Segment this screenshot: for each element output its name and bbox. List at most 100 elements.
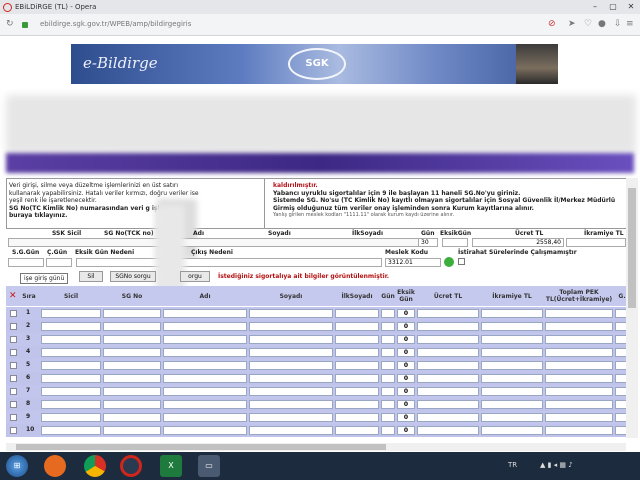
excel-icon[interactable]: X bbox=[160, 455, 182, 477]
download-icon[interactable]: ⇩ bbox=[614, 19, 622, 29]
row-eksik-gun[interactable]: 0 bbox=[397, 387, 415, 396]
row-cell[interactable] bbox=[335, 322, 379, 331]
row-eksik-gun[interactable]: 0 bbox=[397, 309, 415, 318]
row-cell[interactable] bbox=[41, 335, 101, 344]
tray-icons[interactable]: ▲ ▮ ◂ ▦ ♪ bbox=[540, 461, 573, 469]
row-cell[interactable] bbox=[417, 426, 479, 435]
row-cell[interactable] bbox=[249, 413, 333, 422]
row-cell[interactable] bbox=[103, 348, 161, 357]
row-cell[interactable] bbox=[41, 413, 101, 422]
row-cell[interactable] bbox=[417, 361, 479, 370]
row-cell[interactable] bbox=[545, 374, 613, 383]
gun-select[interactable]: 30 bbox=[418, 238, 438, 247]
sg-gun-select[interactable] bbox=[8, 258, 44, 267]
row-cell[interactable] bbox=[103, 361, 161, 370]
sil-button[interactable]: Sil bbox=[79, 271, 103, 282]
row-cell[interactable] bbox=[103, 426, 161, 435]
row-cell[interactable] bbox=[103, 335, 161, 344]
sgno-sorgu-button[interactable]: SGNo sorgu bbox=[110, 271, 156, 282]
row-cell[interactable] bbox=[103, 413, 161, 422]
row-cell[interactable] bbox=[381, 322, 395, 331]
row-eksik-gun[interactable]: 0 bbox=[397, 413, 415, 422]
row-cell[interactable] bbox=[335, 374, 379, 383]
row-cell[interactable] bbox=[103, 374, 161, 383]
heart-icon[interactable]: ♡ bbox=[584, 19, 592, 29]
row-cell[interactable] bbox=[545, 361, 613, 370]
row-cell[interactable] bbox=[545, 400, 613, 409]
row-cell[interactable] bbox=[481, 426, 543, 435]
row-cell[interactable] bbox=[381, 426, 395, 435]
row-cell[interactable] bbox=[335, 335, 379, 344]
row-eksik-gun[interactable]: 0 bbox=[397, 322, 415, 331]
row-cell[interactable] bbox=[249, 400, 333, 409]
row-cell[interactable] bbox=[103, 387, 161, 396]
row-cell[interactable] bbox=[163, 387, 247, 396]
row-cell[interactable] bbox=[417, 335, 479, 344]
info-left-link[interactable]: buraya tıklayınız. bbox=[9, 212, 262, 220]
row-cell[interactable] bbox=[417, 309, 479, 318]
c-gun-select[interactable] bbox=[46, 258, 72, 267]
row-cell[interactable] bbox=[249, 309, 333, 318]
account-icon[interactable]: ● bbox=[598, 19, 606, 29]
row-checkbox[interactable] bbox=[10, 427, 17, 434]
row-cell[interactable] bbox=[417, 387, 479, 396]
close-button[interactable]: ✕ bbox=[622, 0, 640, 14]
row-cell[interactable] bbox=[163, 322, 247, 331]
start-orb-icon[interactable]: ⊞ bbox=[6, 455, 28, 477]
entry-row-fields[interactable] bbox=[8, 238, 420, 247]
row-cell[interactable] bbox=[41, 426, 101, 435]
row-eksik-gun[interactable]: 0 bbox=[397, 361, 415, 370]
address-bar[interactable]: ↻ ebildirge.sgk.gov.tr/WPEB/amp/bildirge… bbox=[0, 14, 640, 36]
meslek-search-icon[interactable] bbox=[444, 257, 454, 267]
ikramiye-input[interactable] bbox=[566, 238, 626, 247]
row-checkbox[interactable] bbox=[10, 375, 17, 382]
row-cell[interactable] bbox=[381, 374, 395, 383]
row-cell[interactable] bbox=[481, 361, 543, 370]
row-cell[interactable] bbox=[481, 400, 543, 409]
row-cell[interactable] bbox=[163, 413, 247, 422]
row-eksik-gun[interactable]: 0 bbox=[397, 426, 415, 435]
row-cell[interactable] bbox=[163, 426, 247, 435]
row-cell[interactable] bbox=[335, 309, 379, 318]
row-cell[interactable] bbox=[381, 309, 395, 318]
firefox-icon[interactable] bbox=[44, 455, 66, 477]
window-icon[interactable]: ▭ bbox=[198, 455, 220, 477]
row-cell[interactable] bbox=[41, 309, 101, 318]
row-cell[interactable] bbox=[545, 335, 613, 344]
sorgu-button[interactable]: orgu bbox=[180, 271, 210, 282]
row-cell[interactable] bbox=[163, 374, 247, 383]
row-cell[interactable] bbox=[335, 413, 379, 422]
row-eksik-gun[interactable]: 0 bbox=[397, 335, 415, 344]
row-cell[interactable] bbox=[249, 361, 333, 370]
row-cell[interactable] bbox=[381, 335, 395, 344]
chrome-icon[interactable] bbox=[84, 455, 106, 477]
send-icon[interactable]: ➤ bbox=[568, 19, 576, 29]
menu-icon[interactable]: ≡ bbox=[626, 19, 634, 29]
row-cell[interactable] bbox=[381, 400, 395, 409]
row-cell[interactable] bbox=[249, 426, 333, 435]
eksik-gun-input[interactable] bbox=[442, 238, 468, 247]
row-checkbox[interactable] bbox=[10, 336, 17, 343]
block-icon[interactable]: ⊘ bbox=[548, 19, 556, 29]
delete-icon[interactable]: ✕ bbox=[9, 291, 17, 301]
row-cell[interactable] bbox=[381, 413, 395, 422]
row-cell[interactable] bbox=[163, 400, 247, 409]
row-cell[interactable] bbox=[417, 400, 479, 409]
row-cell[interactable] bbox=[163, 361, 247, 370]
row-cell[interactable] bbox=[41, 387, 101, 396]
row-cell[interactable] bbox=[335, 400, 379, 409]
language-indicator[interactable]: TR bbox=[508, 461, 517, 469]
ucret-input[interactable]: 2558,40 bbox=[472, 238, 564, 247]
row-cell[interactable] bbox=[481, 309, 543, 318]
url-text[interactable]: ebildirge.sgk.gov.tr/WPEB/amp/bildirgegi… bbox=[40, 20, 191, 28]
row-cell[interactable] bbox=[163, 348, 247, 357]
row-cell[interactable] bbox=[41, 322, 101, 331]
row-cell[interactable] bbox=[545, 387, 613, 396]
row-cell[interactable] bbox=[417, 413, 479, 422]
reload-icon[interactable]: ↻ bbox=[6, 19, 14, 29]
row-cell[interactable] bbox=[335, 361, 379, 370]
row-cell[interactable] bbox=[481, 387, 543, 396]
row-cell[interactable] bbox=[249, 335, 333, 344]
maximize-button[interactable]: ▢ bbox=[604, 0, 622, 14]
row-cell[interactable] bbox=[41, 348, 101, 357]
